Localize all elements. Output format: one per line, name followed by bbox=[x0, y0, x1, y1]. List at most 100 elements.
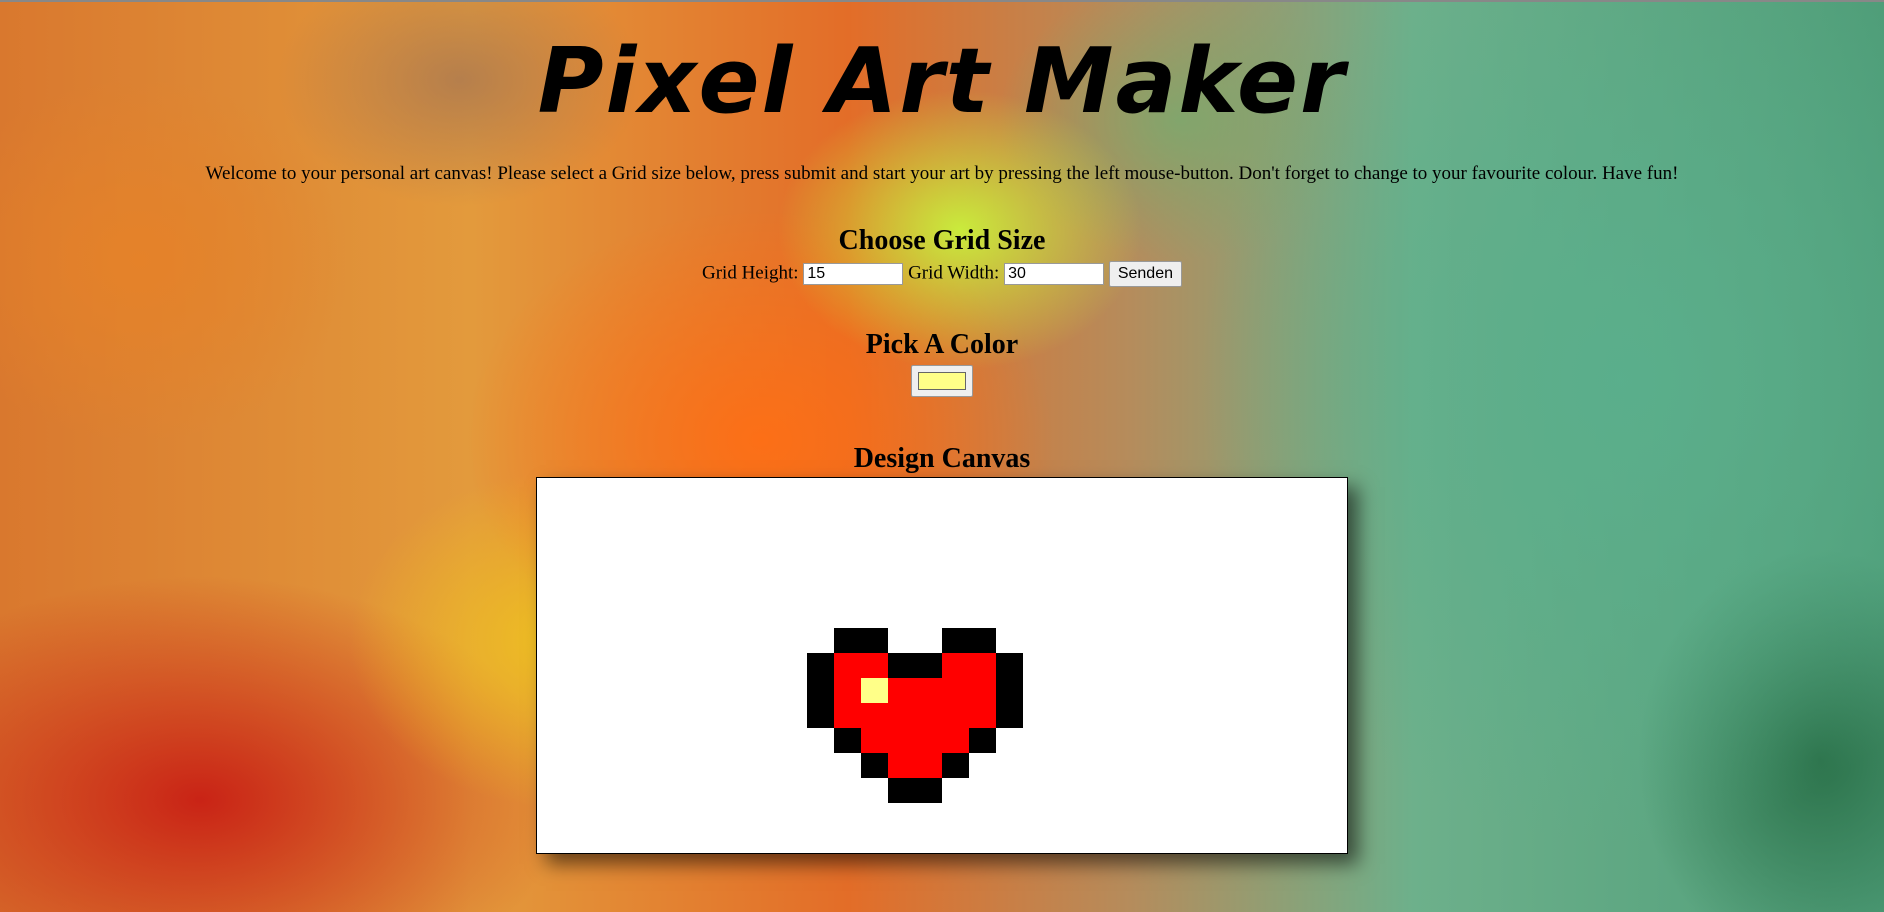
grid-cell[interactable] bbox=[1104, 778, 1131, 803]
grid-cell[interactable] bbox=[726, 528, 753, 553]
grid-cell[interactable] bbox=[537, 653, 564, 678]
grid-cell[interactable] bbox=[915, 503, 942, 528]
grid-cell[interactable] bbox=[537, 728, 564, 753]
grid-cell[interactable] bbox=[1266, 578, 1293, 603]
grid-cell[interactable] bbox=[1185, 478, 1212, 503]
grid-cell[interactable] bbox=[942, 703, 969, 728]
grid-cell[interactable] bbox=[726, 778, 753, 803]
grid-cell[interactable] bbox=[1050, 553, 1077, 578]
grid-cell[interactable] bbox=[996, 553, 1023, 578]
grid-cell[interactable] bbox=[969, 828, 996, 853]
grid-cell[interactable] bbox=[726, 828, 753, 853]
grid-cell[interactable] bbox=[1104, 753, 1131, 778]
grid-cell[interactable] bbox=[1293, 528, 1320, 553]
grid-cell[interactable] bbox=[1023, 678, 1050, 703]
grid-cell[interactable] bbox=[645, 603, 672, 628]
grid-cell[interactable] bbox=[1077, 578, 1104, 603]
grid-cell[interactable] bbox=[942, 628, 969, 653]
grid-cell[interactable] bbox=[807, 578, 834, 603]
grid-cell[interactable] bbox=[1158, 753, 1185, 778]
grid-cell[interactable] bbox=[1320, 503, 1347, 528]
grid-cell[interactable] bbox=[1266, 628, 1293, 653]
grid-cell[interactable] bbox=[888, 678, 915, 703]
grid-cell[interactable] bbox=[753, 653, 780, 678]
grid-cell[interactable] bbox=[1320, 653, 1347, 678]
grid-cell[interactable] bbox=[537, 603, 564, 628]
grid-cell[interactable] bbox=[672, 678, 699, 703]
grid-cell[interactable] bbox=[1050, 628, 1077, 653]
grid-cell[interactable] bbox=[1077, 728, 1104, 753]
grid-cell[interactable] bbox=[753, 528, 780, 553]
grid-cell[interactable] bbox=[861, 803, 888, 828]
grid-cell[interactable] bbox=[996, 678, 1023, 703]
grid-cell[interactable] bbox=[861, 553, 888, 578]
grid-cell[interactable] bbox=[537, 778, 564, 803]
grid-cell[interactable] bbox=[726, 678, 753, 703]
grid-cell[interactable] bbox=[1104, 828, 1131, 853]
grid-cell[interactable] bbox=[807, 803, 834, 828]
grid-cell[interactable] bbox=[1050, 603, 1077, 628]
grid-cell[interactable] bbox=[1239, 628, 1266, 653]
grid-cell[interactable] bbox=[1293, 753, 1320, 778]
grid-cell[interactable] bbox=[780, 653, 807, 678]
grid-cell[interactable] bbox=[1239, 803, 1266, 828]
grid-cell[interactable] bbox=[672, 803, 699, 828]
grid-cell[interactable] bbox=[1158, 803, 1185, 828]
grid-cell[interactable] bbox=[618, 553, 645, 578]
grid-cell[interactable] bbox=[780, 828, 807, 853]
grid-cell[interactable] bbox=[861, 503, 888, 528]
grid-cell[interactable] bbox=[1212, 753, 1239, 778]
grid-cell[interactable] bbox=[1131, 503, 1158, 528]
grid-cell[interactable] bbox=[699, 528, 726, 553]
grid-cell[interactable] bbox=[699, 728, 726, 753]
grid-cell[interactable] bbox=[1077, 478, 1104, 503]
grid-cell[interactable] bbox=[807, 553, 834, 578]
grid-cell[interactable] bbox=[780, 553, 807, 578]
grid-cell[interactable] bbox=[591, 703, 618, 728]
grid-cell[interactable] bbox=[861, 678, 888, 703]
grid-cell[interactable] bbox=[1104, 728, 1131, 753]
grid-cell[interactable] bbox=[888, 553, 915, 578]
grid-cell[interactable] bbox=[726, 578, 753, 603]
grid-cell[interactable] bbox=[726, 503, 753, 528]
grid-cell[interactable] bbox=[1320, 778, 1347, 803]
grid-cell[interactable] bbox=[753, 628, 780, 653]
grid-cell[interactable] bbox=[1104, 628, 1131, 653]
grid-cell[interactable] bbox=[1158, 603, 1185, 628]
grid-cell[interactable] bbox=[1293, 703, 1320, 728]
grid-cell[interactable] bbox=[942, 578, 969, 603]
grid-cell[interactable] bbox=[969, 553, 996, 578]
grid-cell[interactable] bbox=[699, 503, 726, 528]
grid-cell[interactable] bbox=[564, 653, 591, 678]
grid-cell[interactable] bbox=[564, 703, 591, 728]
grid-cell[interactable] bbox=[834, 578, 861, 603]
grid-cell[interactable] bbox=[1077, 803, 1104, 828]
grid-cell[interactable] bbox=[645, 703, 672, 728]
grid-cell[interactable] bbox=[942, 728, 969, 753]
grid-cell[interactable] bbox=[672, 503, 699, 528]
grid-cell[interactable] bbox=[1050, 503, 1077, 528]
grid-cell[interactable] bbox=[1158, 478, 1185, 503]
grid-cell[interactable] bbox=[807, 678, 834, 703]
grid-cell[interactable] bbox=[1239, 603, 1266, 628]
grid-cell[interactable] bbox=[834, 753, 861, 778]
grid-cell[interactable] bbox=[969, 753, 996, 778]
grid-cell[interactable] bbox=[1320, 628, 1347, 653]
grid-cell[interactable] bbox=[699, 553, 726, 578]
grid-cell[interactable] bbox=[888, 628, 915, 653]
grid-cell[interactable] bbox=[1158, 778, 1185, 803]
grid-cell[interactable] bbox=[618, 803, 645, 828]
grid-cell[interactable] bbox=[1320, 553, 1347, 578]
grid-cell[interactable] bbox=[726, 728, 753, 753]
grid-cell[interactable] bbox=[888, 828, 915, 853]
grid-cell[interactable] bbox=[969, 653, 996, 678]
grid-cell[interactable] bbox=[1023, 828, 1050, 853]
grid-cell[interactable] bbox=[888, 728, 915, 753]
grid-cell[interactable] bbox=[1212, 478, 1239, 503]
grid-cell[interactable] bbox=[1320, 728, 1347, 753]
grid-cell[interactable] bbox=[672, 828, 699, 853]
grid-cell[interactable] bbox=[1158, 828, 1185, 853]
grid-cell[interactable] bbox=[753, 553, 780, 578]
grid-cell[interactable] bbox=[537, 528, 564, 553]
grid-cell[interactable] bbox=[1239, 753, 1266, 778]
